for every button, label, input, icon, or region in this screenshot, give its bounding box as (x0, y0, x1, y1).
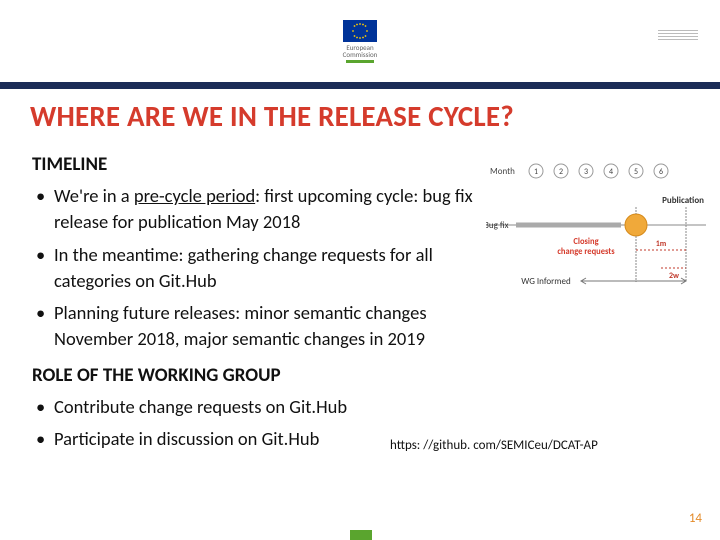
slide-title: WHERE ARE WE IN THE RELEASE CYCLE? (30, 98, 514, 134)
bullet-precycle: We're in a pre-cycle period: first upcom… (32, 183, 484, 236)
bullet-meantime: In the meantime: gathering change reques… (32, 242, 484, 295)
page-number: 14 (689, 511, 702, 526)
svg-text:Publication: Publication (662, 195, 704, 206)
footer-accent (350, 530, 372, 540)
header-bar (0, 82, 720, 89)
svg-text:1: 1 (534, 167, 538, 177)
svg-text:change requests: change requests (557, 247, 615, 257)
logo-underline (346, 60, 374, 63)
svg-text:1m: 1m (656, 239, 667, 249)
svg-text:2: 2 (559, 167, 563, 177)
ec-logo: EuropeanCommission (310, 6, 410, 84)
svg-text:WG Informed: WG Informed (521, 276, 571, 287)
svg-text:4: 4 (609, 167, 613, 177)
logo-text: EuropeanCommission (343, 44, 378, 58)
svg-text:5: 5 (634, 167, 638, 177)
logo-building-strokes (658, 30, 698, 42)
svg-text:2w: 2w (669, 271, 679, 281)
role-heading: ROLE OF THE WORKING GROUP (32, 363, 692, 390)
svg-text:3: 3 (584, 167, 588, 177)
svg-text:Closing: Closing (573, 237, 598, 247)
bullet-contribute: Contribute change requests on Git.Hub (32, 394, 692, 420)
bullet-planning: Planning future releases: minor semantic… (32, 300, 484, 353)
svg-text:Bug fix: Bug fix (486, 220, 509, 231)
timeline-diagram: Month 1 2 3 4 5 6 Publication Bug fix Cl… (486, 160, 706, 290)
svg-text:6: 6 (659, 167, 663, 177)
eu-flag-icon (343, 20, 377, 42)
github-url[interactable]: https: //github. com/SEMICeu/DCAT-AP (390, 438, 690, 454)
svg-text:Month: Month (490, 166, 515, 177)
